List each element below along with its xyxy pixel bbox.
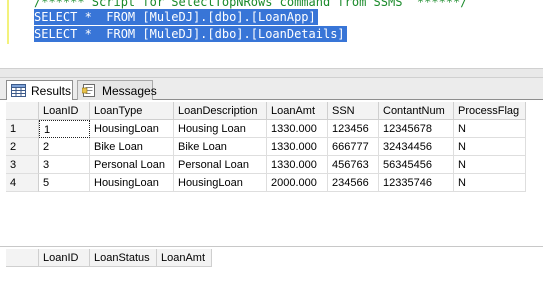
results-grid-loanapp[interactable]: LoanID LoanType LoanDescription LoanAmt … — [0, 100, 543, 246]
table-cell[interactable]: 1330.000 — [267, 138, 328, 156]
table-cell[interactable]: HousingLoan — [90, 120, 174, 138]
row-header-corner[interactable] — [6, 102, 39, 120]
pane-splitter[interactable] — [0, 68, 543, 78]
table-cell[interactable]: 3 — [39, 156, 90, 174]
tab-messages-label: Messages — [102, 83, 157, 98]
results-grid-loandetails[interactable]: LoanID LoanStatus LoanAmt — [0, 246, 543, 284]
table-cell[interactable]: 2000.000 — [267, 174, 328, 192]
column-header[interactable]: LoanID — [39, 249, 90, 267]
table-cell[interactable]: 56345456 — [379, 156, 454, 174]
row-number[interactable]: 2 — [6, 138, 39, 156]
column-header[interactable]: LoanID — [39, 102, 90, 120]
table-cell[interactable]: HousingLoan — [174, 174, 267, 192]
table-cell[interactable]: 1330.000 — [267, 156, 328, 174]
code-line-select-loanapp[interactable]: SELECT * FROM [MuleDJ].[dbo].[LoanApp] — [34, 9, 318, 25]
table-cell[interactable]: N — [454, 156, 526, 174]
table-cell[interactable]: Bike Loan — [174, 138, 267, 156]
table-cell[interactable]: 12335746 — [379, 174, 454, 192]
messages-icon — [82, 84, 95, 97]
column-header[interactable]: LoanAmt — [267, 102, 328, 120]
column-header[interactable]: LoanAmt — [157, 249, 212, 267]
column-header[interactable]: ContantNum — [379, 102, 454, 120]
table-cell[interactable]: Bike Loan — [90, 138, 174, 156]
column-header[interactable]: LoanStatus — [90, 249, 157, 267]
table-cell[interactable]: N — [454, 120, 526, 138]
change-marker — [7, 0, 9, 44]
table-cell[interactable]: 2 — [39, 138, 90, 156]
tab-results-label: Results — [31, 83, 72, 98]
table-cell[interactable]: Housing Loan — [174, 120, 267, 138]
grid-icon — [11, 84, 26, 97]
table-cell[interactable]: Personal Loan — [90, 156, 174, 174]
table-cell[interactable]: N — [454, 138, 526, 156]
column-header[interactable]: LoanDescription — [174, 102, 267, 120]
row-header-corner[interactable] — [6, 249, 39, 267]
table-cell[interactable]: Personal Loan — [174, 156, 267, 174]
column-header[interactable]: SSN — [328, 102, 379, 120]
table-cell[interactable]: 32434456 — [379, 138, 454, 156]
table-cell[interactable]: N — [454, 174, 526, 192]
table-cell[interactable]: 1 — [39, 120, 90, 138]
table-cell[interactable]: 666777 — [328, 138, 379, 156]
table-cell[interactable]: 234566 — [328, 174, 379, 192]
column-header[interactable]: ProcessFlag — [454, 102, 526, 120]
table-cell[interactable]: 1330.000 — [267, 120, 328, 138]
row-number[interactable]: 1 — [6, 120, 39, 138]
tab-messages[interactable]: Messages — [77, 80, 157, 100]
tab-results[interactable]: Results — [6, 80, 73, 101]
results-tabstrip: Results Messages — [0, 78, 543, 101]
table-cell[interactable]: 12345678 — [379, 120, 454, 138]
query-editor[interactable]: /****** Script for SelectTopNRows comman… — [0, 0, 543, 68]
editor-gutter — [0, 0, 14, 68]
row-number[interactable]: 3 — [6, 156, 39, 174]
table-cell[interactable]: HousingLoan — [90, 174, 174, 192]
table-cell[interactable]: 456763 — [328, 156, 379, 174]
table-cell[interactable]: 5 — [39, 174, 90, 192]
column-header[interactable]: LoanType — [90, 102, 174, 120]
row-number[interactable]: 4 — [6, 174, 39, 192]
table-cell[interactable]: 123456 — [328, 120, 379, 138]
code-line-select-loandetails[interactable]: SELECT * FROM [MuleDJ].[dbo].[LoanDetail… — [34, 26, 347, 42]
